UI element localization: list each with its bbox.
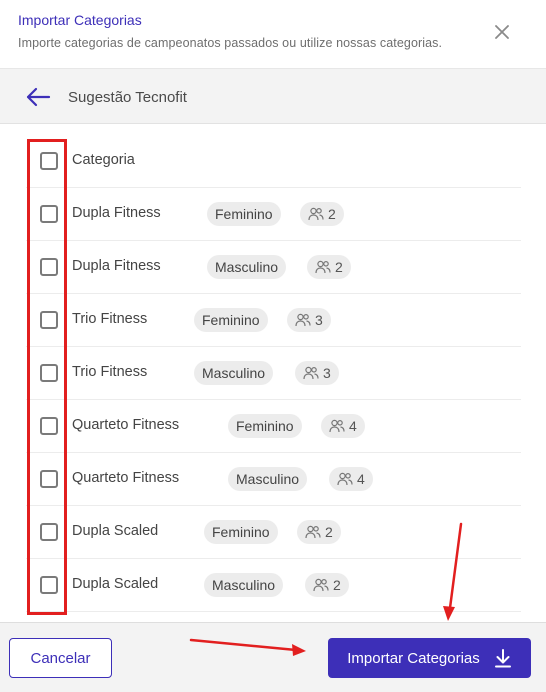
- row-checkbox[interactable]: [40, 205, 58, 223]
- gender-badge: Feminino: [228, 414, 302, 438]
- category-name: Trio Fitness: [72, 364, 148, 380]
- list-header-row: Categoria: [26, 135, 521, 188]
- cancel-label: Cancelar: [30, 649, 91, 667]
- group-icon: [295, 313, 311, 327]
- category-name: Quarteto Fitness: [72, 417, 180, 433]
- table-row: Dupla Fitness Masculino 2: [26, 241, 521, 294]
- team-size-value: 2: [335, 259, 343, 275]
- team-size-badge: 2: [307, 255, 351, 279]
- row-checkbox[interactable]: [40, 311, 58, 329]
- group-icon: [305, 525, 321, 539]
- select-all-checkbox[interactable]: [40, 152, 58, 170]
- category-name: Quarteto Fitness: [72, 470, 180, 486]
- team-size-value: 2: [325, 524, 333, 540]
- gender-badge: Feminino: [194, 308, 268, 332]
- column-header-category: Categoria: [72, 152, 135, 168]
- table-row: Dupla Scaled Masculino 2: [26, 559, 521, 612]
- team-size-badge: 2: [300, 202, 344, 226]
- gender-badge: Masculino: [207, 255, 287, 279]
- category-list: Categoria Dupla Fitness Feminino 2 Dupla…: [0, 125, 546, 622]
- table-row: Dupla Scaled Feminino 2: [26, 506, 521, 559]
- category-name: Dupla Fitness: [72, 205, 161, 221]
- team-size-value: 4: [357, 471, 365, 487]
- group-icon: [337, 472, 353, 486]
- row-checkbox[interactable]: [40, 417, 58, 435]
- import-categories-button[interactable]: Importar Categorias: [328, 638, 531, 678]
- source-title: Sugestão Tecnofit: [68, 89, 187, 106]
- close-button[interactable]: [490, 20, 514, 44]
- row-checkbox[interactable]: [40, 258, 58, 276]
- team-size-badge: 2: [305, 573, 349, 597]
- team-size-badge: 3: [295, 361, 339, 385]
- table-row: Dupla Fitness Feminino 2: [26, 188, 521, 241]
- cancel-button[interactable]: Cancelar: [9, 638, 112, 678]
- row-checkbox[interactable]: [40, 470, 58, 488]
- import-label: Importar Categorias: [347, 649, 480, 667]
- group-icon: [303, 366, 319, 380]
- modal-footer: Cancelar Importar Categorias: [0, 622, 546, 692]
- download-icon: [494, 649, 511, 668]
- team-size-value: 2: [333, 577, 341, 593]
- modal-subtitle: Importe categorias de campeonatos passad…: [18, 36, 443, 50]
- team-size-badge: 2: [297, 520, 341, 544]
- team-size-value: 2: [328, 206, 336, 222]
- team-size-value: 3: [315, 312, 323, 328]
- group-icon: [315, 260, 331, 274]
- table-row: Quarteto Fitness Feminino 4: [26, 400, 521, 453]
- category-name: Dupla Scaled: [72, 523, 159, 539]
- team-size-badge: 4: [321, 414, 365, 438]
- group-icon: [308, 207, 324, 221]
- back-button[interactable]: [24, 84, 52, 110]
- gender-badge: Masculino: [204, 573, 284, 597]
- gender-badge: Masculino: [194, 361, 274, 385]
- source-bar: Sugestão Tecnofit: [0, 68, 546, 124]
- gender-badge: Feminino: [204, 520, 278, 544]
- row-checkbox[interactable]: [40, 576, 58, 594]
- team-size-value: 4: [349, 418, 357, 434]
- group-icon: [313, 578, 329, 592]
- category-name: Dupla Scaled: [72, 576, 159, 592]
- modal-title: Importar Categorias: [18, 12, 142, 28]
- table-row: Quarteto Fitness Masculino 4: [26, 453, 521, 506]
- modal-header: Importar Categorias Importe categorias d…: [0, 0, 546, 68]
- row-checkbox[interactable]: [40, 523, 58, 541]
- table-row: Trio Fitness Feminino 3: [26, 294, 521, 347]
- close-icon: [495, 25, 509, 39]
- group-icon: [329, 419, 345, 433]
- gender-badge: Masculino: [228, 467, 308, 491]
- arrow-left-icon: [26, 87, 51, 107]
- team-size-value: 3: [323, 365, 331, 381]
- team-size-badge: 4: [329, 467, 373, 491]
- table-row: Trio Fitness Masculino 3: [26, 347, 521, 400]
- category-name: Dupla Fitness: [72, 258, 161, 274]
- category-name: Trio Fitness: [72, 311, 148, 327]
- row-checkbox[interactable]: [40, 364, 58, 382]
- gender-badge: Feminino: [207, 202, 281, 226]
- team-size-badge: 3: [287, 308, 331, 332]
